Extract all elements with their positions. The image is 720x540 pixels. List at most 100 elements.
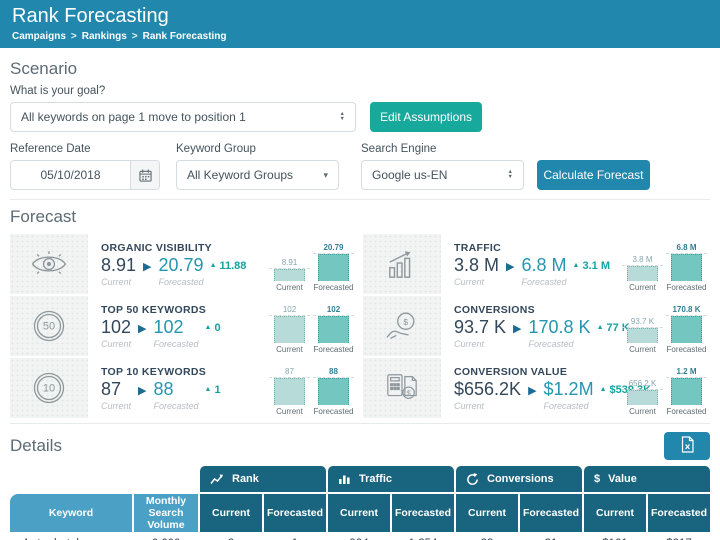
reference-date-label: Reference Date <box>10 143 160 155</box>
forecasted-bar <box>671 316 702 343</box>
delta-up-icon: ▲ <box>210 262 217 269</box>
current-label: Current <box>101 339 131 349</box>
refresh-icon <box>466 473 479 486</box>
money-hand-icon: $ <box>363 296 441 356</box>
bar-x-label: Forecasted <box>313 283 353 292</box>
breadcrumb-rankings[interactable]: Rankings <box>82 31 127 42</box>
group-label: Traffic <box>359 473 392 485</box>
mini-bar-chart: 656.2 KCurrent 1.2 MForecasted <box>619 367 707 416</box>
reference-date-input[interactable]: 05/10/2018 <box>10 160 160 190</box>
export-excel-button[interactable] <box>664 432 710 460</box>
mini-bar-chart: 93.7 KCurrent 170.8 KForecasted <box>619 305 707 354</box>
bar-value-label: 6.8 M <box>666 243 707 254</box>
keyword-group-value: All Keyword Groups <box>187 168 293 182</box>
forecasted-label: Forecasted <box>154 339 199 349</box>
bar-value-label: 3.8 M <box>622 255 663 266</box>
breadcrumb-current: Rank Forecasting <box>143 31 227 42</box>
svg-text:$: $ <box>407 389 412 398</box>
bar-x-label: Current <box>276 283 303 292</box>
caret-down-icon: ▾ <box>323 170 328 181</box>
card-top-10-keywords: 10 TOP 10 KEYWORDS 87Current ▶ 88Forecas… <box>10 358 357 418</box>
current-bar <box>627 266 658 281</box>
bar-value-label: 1.2 M <box>666 367 707 378</box>
edit-assumptions-button[interactable]: Edit Assumptions <box>370 102 482 132</box>
calendar-icon[interactable] <box>130 161 159 189</box>
forecasted-bar <box>671 378 702 405</box>
breadcrumb-separator: > <box>127 31 143 42</box>
delta: ▲1 <box>205 384 221 396</box>
cell-conversions-forecasted: 31 <box>520 532 582 540</box>
bar-x-label: Current <box>629 283 656 292</box>
forecasted-value: 6.8 M <box>522 255 567 276</box>
dollar-icon: $ <box>594 473 600 485</box>
goal-select[interactable]: All keywords on page 1 move to position … <box>10 102 356 132</box>
col-traffic-forecasted: Forecasted <box>392 494 454 532</box>
cell-value-forecasted: $217 <box>648 532 710 540</box>
card-top-50-keywords: 50 TOP 50 KEYWORDS 102Current ▶ 102Forec… <box>10 296 357 356</box>
forecasted-value: 88 <box>153 379 198 400</box>
current-label: Current <box>454 339 506 349</box>
search-engine-label: Search Engine <box>361 143 524 155</box>
delta: ▲11.88 <box>210 260 247 272</box>
forecasted-value: $1.2M <box>544 379 594 400</box>
keyword-group-select[interactable]: All Keyword Groups ▾ <box>176 160 339 190</box>
forecasted-bar <box>318 316 349 343</box>
current-label: Current <box>101 401 131 411</box>
current-value: 102 <box>101 317 131 338</box>
cell-value-current: $161 <box>584 532 646 540</box>
arrow-right-icon: ▶ <box>138 384 146 397</box>
arrow-right-icon: ▶ <box>513 322 521 335</box>
col-rank-forecasted: Forecasted <box>264 494 326 532</box>
forecasted-label: Forecasted <box>529 339 591 349</box>
current-value: 93.7 K <box>454 317 506 338</box>
forecasted-label: Forecasted <box>544 401 594 411</box>
bar-chart-growth-icon <box>363 234 441 294</box>
group-traffic: Traffic <box>328 466 454 492</box>
delta-value: 1 <box>214 384 220 396</box>
cell-rank-forecasted: 1 <box>264 532 326 540</box>
breadcrumb-campaigns[interactable]: Campaigns <box>12 31 66 42</box>
mini-bar-chart: 3.8 MCurrent 6.8 MForecasted <box>619 243 707 292</box>
delta: ▲3.1 M <box>573 260 610 272</box>
mini-bar-chart: 102Current 102Forecasted <box>266 305 354 354</box>
current-value: $656.2K <box>454 379 521 400</box>
forecasted-value: 170.8 K <box>529 317 591 338</box>
forecasted-label: Forecasted <box>153 401 198 411</box>
page-header: Rank Forecasting Campaigns>Rankings>Rank… <box>0 0 720 48</box>
divider <box>10 199 710 200</box>
card-title: TOP 10 KEYWORDS <box>101 366 221 378</box>
forecasted-bar <box>318 378 349 405</box>
goal-select-value: All keywords on page 1 move to position … <box>21 110 246 124</box>
stepper-icon: ▲▼ <box>508 170 513 180</box>
col-traffic-current: Current <box>328 494 390 532</box>
delta-value: 0 <box>214 322 220 334</box>
delta-up-icon: ▲ <box>205 386 212 393</box>
calculate-forecast-button[interactable]: Calculate Forecast <box>537 160 650 190</box>
col-rank-current: Current <box>200 494 262 532</box>
bar-x-label: Forecasted <box>666 407 706 416</box>
svg-text:50: 50 <box>43 321 55 333</box>
page-title: Rank Forecasting <box>12 5 708 28</box>
bar-x-label: Forecasted <box>313 407 353 416</box>
current-bar <box>274 269 305 281</box>
circle-10-icon: 10 <box>10 358 88 418</box>
col-keyword: Keyword <box>10 494 132 532</box>
bar-x-label: Current <box>629 407 656 416</box>
cell-conversions-current: 23 <box>456 532 518 540</box>
bar-value-label: 102 <box>269 305 310 316</box>
search-engine-select[interactable]: Google us-EN ▲▼ <box>361 160 524 190</box>
bar-x-label: Current <box>276 407 303 416</box>
bar-x-label: Current <box>629 345 656 354</box>
forecasted-bar <box>318 254 349 281</box>
current-label: Current <box>454 401 521 411</box>
card-organic-visibility: ORGANIC VISIBILITY 8.91Current ▶ 20.79Fo… <box>10 234 357 294</box>
forecasted-label: Forecasted <box>159 277 204 287</box>
current-value: 8.91 <box>101 255 136 276</box>
card-title: TRAFFIC <box>454 242 610 254</box>
group-rank: Rank <box>200 466 326 492</box>
delta-up-icon: ▲ <box>205 324 212 331</box>
bar-value-label: 170.8 K <box>666 305 707 316</box>
bars-icon <box>338 473 351 485</box>
col-value-current: Current <box>584 494 646 532</box>
arrow-right-icon: ▶ <box>138 322 146 335</box>
